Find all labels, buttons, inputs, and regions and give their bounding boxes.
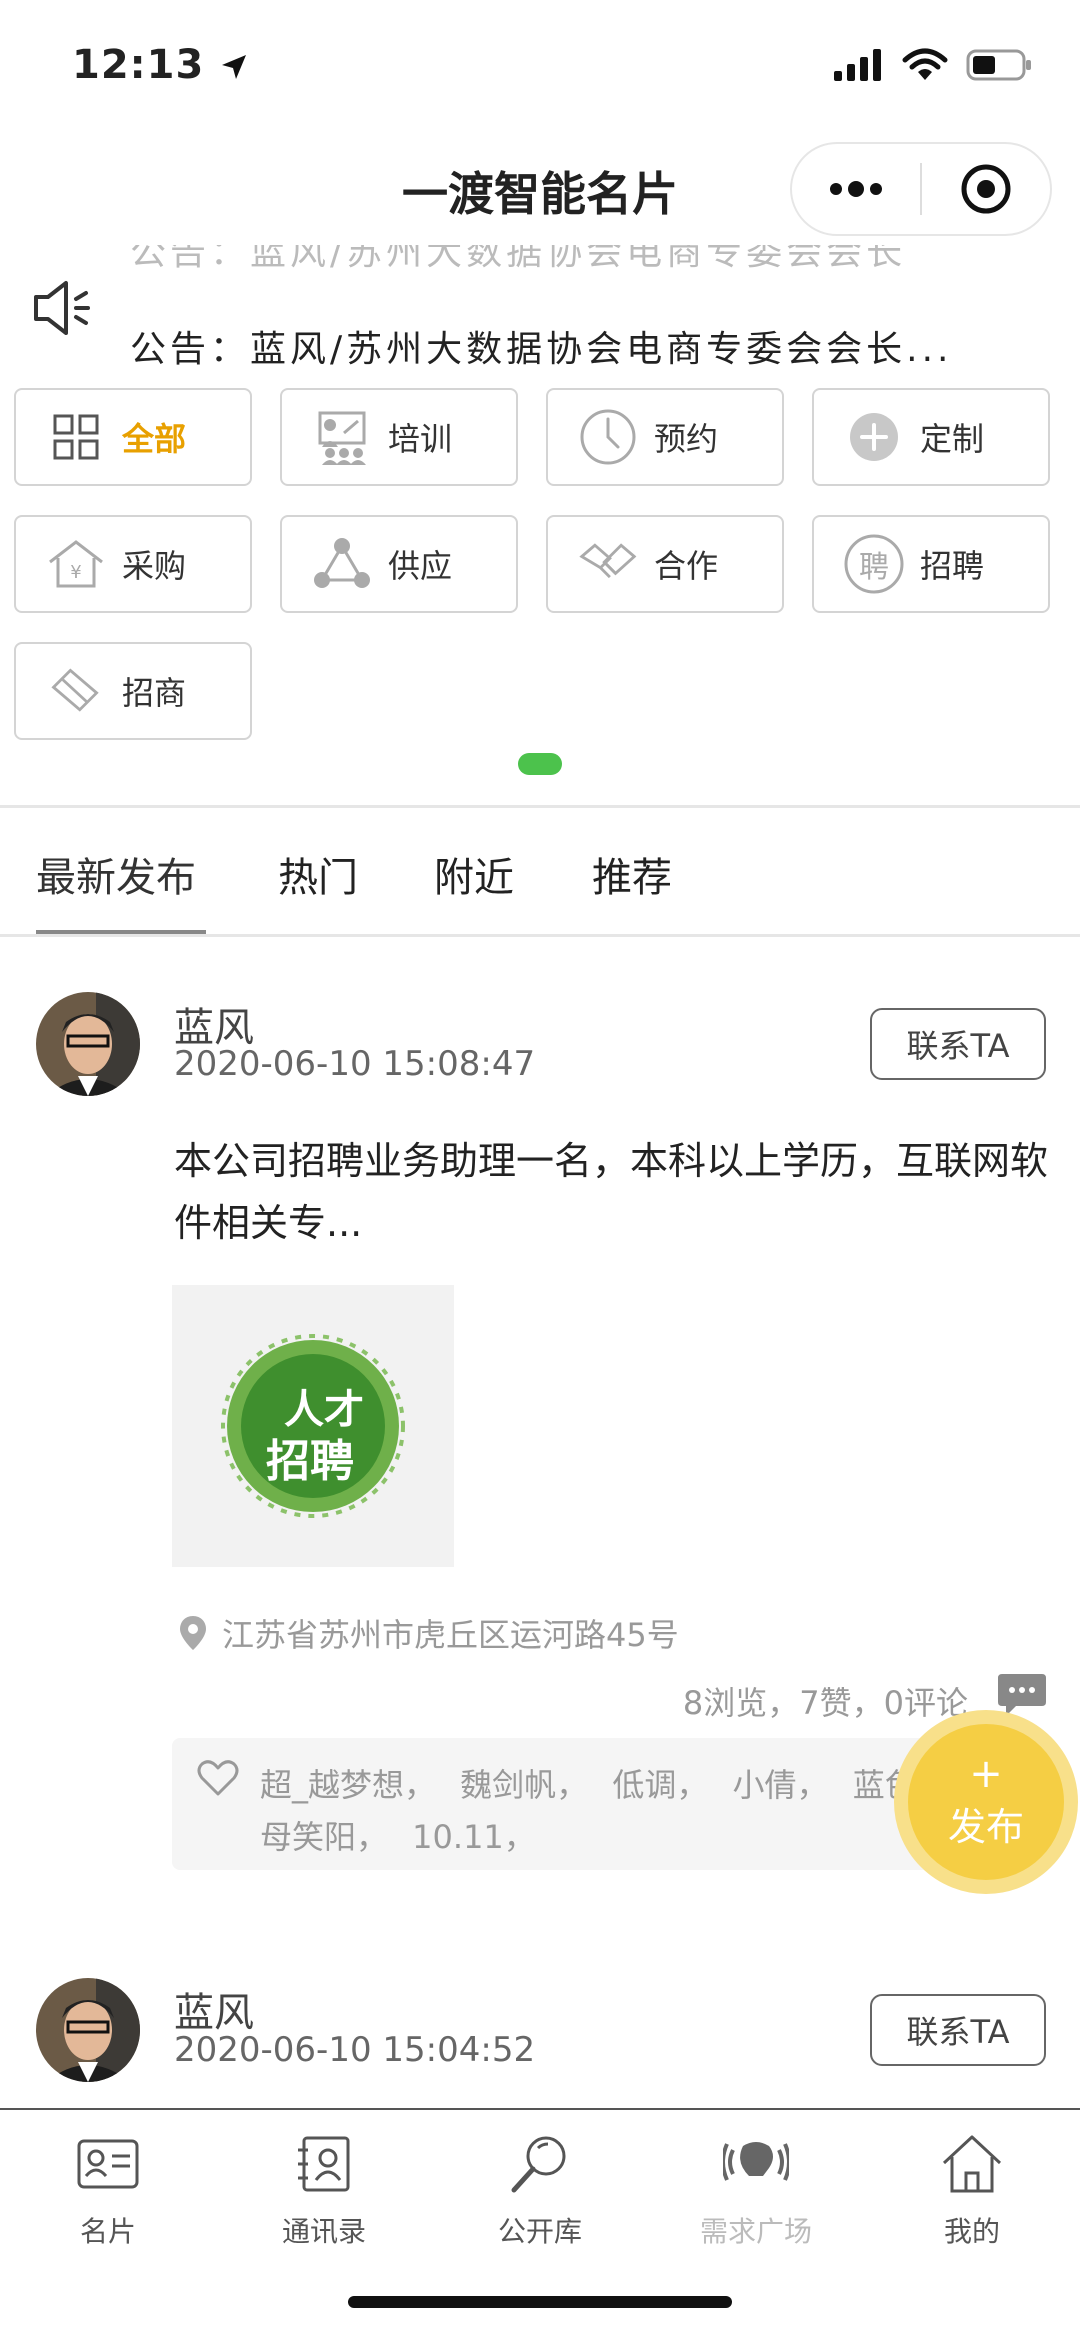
recruit-glyph: 聘 [859, 550, 889, 585]
likes-list-continued: 母笑阳， 10.11， [260, 1818, 536, 1856]
more-dots-icon [830, 181, 882, 197]
likes-list: 超_越梦想， 魏剑帆， 低调， 小倩， 蓝色妖 [260, 1766, 949, 1804]
nav-label: 公开库 [497, 2215, 582, 2248]
clock-icon [578, 407, 638, 467]
category-purchase[interactable]: ¥ 采购 [14, 515, 252, 613]
nav-item-public-library[interactable]: 公开库 [460, 2128, 620, 2250]
nav-label: 我的 [943, 2215, 1000, 2248]
category-appointment[interactable]: 预约 [546, 388, 784, 486]
speaker-icon [30, 275, 96, 345]
status-time: 12:13 [72, 42, 249, 88]
announcement-previous-text: 公告：蓝风/苏州大数据协会电商专委会会长 [130, 245, 907, 273]
contact-button[interactable]: 联系TA [870, 1994, 1046, 2066]
location-pin-icon [180, 1616, 206, 1650]
nav-item-demand-square[interactable]: 需求广场 [676, 2128, 836, 2250]
category-label: 预约 [654, 420, 719, 458]
training-icon [312, 407, 372, 467]
tabs-divider [0, 934, 1080, 937]
business-handshake-icon [46, 661, 106, 721]
handshake-icon [578, 534, 638, 594]
location-arrow-icon [222, 55, 247, 79]
image-text-line2: 招聘 [266, 1436, 354, 1487]
category-label: 定制 [920, 420, 985, 458]
nav-item-card[interactable]: 名片 [28, 2128, 188, 2250]
status-icons [834, 48, 1032, 82]
page-indicator [518, 753, 562, 775]
svg-text:¥: ¥ [70, 562, 81, 583]
category-label: 合作 [654, 547, 719, 585]
nav-label: 名片 [79, 2215, 136, 2248]
publish-label: 发布 [947, 1804, 1024, 1849]
category-recruit[interactable]: 聘 招聘 [812, 515, 1050, 613]
category-all[interactable]: 全部 [14, 388, 252, 486]
post-time: 2020-06-10 15:08:47 [174, 1044, 536, 1084]
category-custom[interactable]: 定制 [812, 388, 1050, 486]
heart-icon[interactable] [196, 1758, 240, 1802]
tab-nearby[interactable]: 附近 [434, 845, 514, 903]
avatar[interactable] [36, 992, 140, 1096]
post-content[interactable]: 本公司招聘业务助理一名，本科以上学历，互联网软件相关专... [174, 1130, 1054, 1254]
contacts-icon [288, 2128, 360, 2200]
status-bar: 12:13 [0, 0, 1080, 130]
grid-icon [46, 407, 106, 467]
plus-circle-icon [844, 407, 904, 467]
purchase-house-icon: ¥ [46, 534, 106, 594]
broadcast-icon [720, 2128, 792, 2200]
target-icon [961, 164, 1011, 214]
nav-label: 通讯录 [281, 2215, 366, 2248]
post-location[interactable]: 江苏省苏州市虎丘区运河路45号 [178, 1610, 679, 1656]
supply-network-icon [312, 534, 372, 594]
announcement-bar[interactable]: 公告：蓝风/苏州大数据协会电商专委会会长 公告：蓝风/苏州大数据协会电商专委会会… [0, 245, 1080, 375]
category-label: 供应 [388, 547, 453, 585]
nav-label: 需求广场 [699, 2215, 812, 2248]
category-label: 全部 [122, 420, 187, 458]
wifi-icon [902, 48, 948, 80]
battery-icon [966, 49, 1031, 81]
signal-icon [834, 49, 881, 81]
category-training[interactable]: 培训 [280, 388, 518, 486]
close-program-button[interactable] [922, 144, 1050, 234]
recruit-icon: 聘 [844, 534, 904, 594]
mini-program-capsule [790, 142, 1052, 236]
nav-item-mine[interactable]: 我的 [892, 2128, 1052, 2250]
plus-icon: + [969, 1750, 1003, 1797]
category-cooperation[interactable]: 合作 [546, 515, 784, 613]
title-bar: 一渡智能名片 [0, 130, 1080, 245]
category-label: 招聘 [920, 547, 985, 585]
tab-recommend[interactable]: 推荐 [592, 845, 672, 903]
home-icon [936, 2128, 1008, 2200]
category-investment[interactable]: 招商 [14, 642, 252, 740]
tab-hot[interactable]: 热门 [278, 845, 358, 903]
tab-latest[interactable]: 最新发布 [36, 845, 196, 903]
more-button[interactable] [792, 144, 920, 234]
publish-button[interactable]: + 发布 [894, 1710, 1078, 1894]
category-label: 采购 [122, 547, 187, 585]
announcement-text: 公告：蓝风/苏州大数据协会电商专委会会长... [130, 329, 953, 370]
section-divider [0, 805, 1080, 808]
location-text: 江苏省苏州市虎丘区运河路45号 [222, 1616, 679, 1654]
category-label: 培训 [388, 420, 453, 458]
post-stats: 8浏览，7赞，0评论 [682, 1684, 968, 1722]
search-icon [504, 2128, 576, 2200]
contact-button[interactable]: 联系TA [870, 1008, 1046, 1080]
category-supply[interactable]: 供应 [280, 515, 518, 613]
card-icon [72, 2128, 144, 2200]
category-label: 招商 [122, 674, 187, 712]
avatar[interactable] [36, 1978, 140, 2082]
nav-item-contacts[interactable]: 通讯录 [244, 2128, 404, 2250]
home-indicator[interactable] [348, 2296, 732, 2308]
post-time: 2020-06-10 15:04:52 [174, 2030, 536, 2070]
post-image[interactable]: 人才 招聘 [172, 1285, 454, 1567]
